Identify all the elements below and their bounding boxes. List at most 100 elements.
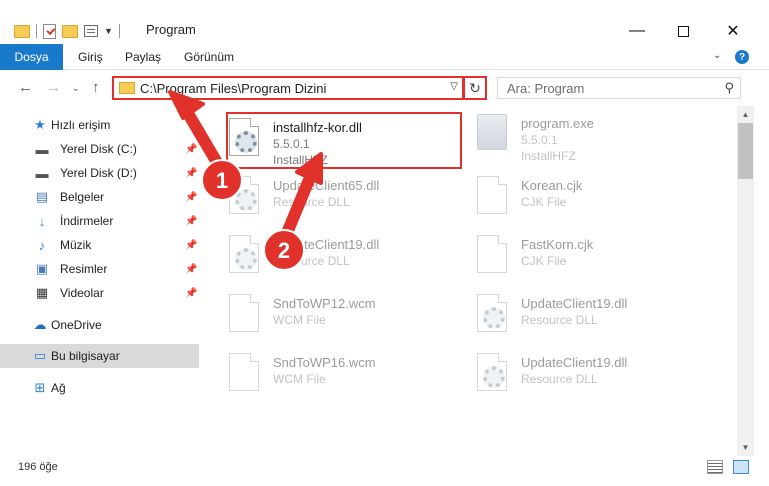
- window-title: Program: [146, 22, 196, 37]
- up-button[interactable]: ↑: [92, 79, 100, 96]
- sidebar-item-label: Resimler: [60, 262, 108, 276]
- sidebar-item-onedrive[interactable]: ☁ OneDrive: [0, 313, 199, 337]
- minimize-button[interactable]: —: [614, 18, 660, 44]
- file-highlight-box: [226, 112, 462, 169]
- documents-icon: ▤: [35, 189, 49, 204]
- file-icon: [229, 294, 265, 336]
- sidebar-item-network[interactable]: ⊞ Ağ: [0, 376, 199, 400]
- exe-icon: [477, 114, 513, 156]
- pin-icon[interactable]: 📌: [185, 240, 197, 251]
- file-name: UpdateClient19.dll: [273, 237, 380, 252]
- folder-icon: [14, 24, 30, 38]
- file-description: InstallHFZ: [521, 149, 576, 163]
- title-bar: ▼ Program — ✕: [0, 0, 769, 44]
- search-icon[interactable]: ⚲: [724, 80, 734, 96]
- address-history-chevron-icon[interactable]: ▽: [450, 81, 458, 92]
- file-item[interactable]: Korean.cjk CJK File: [455, 168, 695, 224]
- sidebar-item-videos[interactable]: ▦ Videolar 📌: [0, 281, 199, 305]
- file-item[interactable]: UpdateClient19.dll Resource DLL: [207, 227, 447, 283]
- maximize-icon: [677, 25, 689, 37]
- navigation-bar: ← → ⌄ ↑ C:\Program Files\Program Dizini …: [0, 70, 769, 106]
- sidebar-item-this-pc[interactable]: ▭ Bu bilgisayar: [0, 344, 199, 368]
- file-icon: [477, 235, 513, 277]
- pin-icon[interactable]: 📌: [185, 216, 197, 227]
- sidebar-item-label: Belgeler: [60, 190, 105, 204]
- window-edge: [754, 106, 769, 456]
- view-options-icon[interactable]: [84, 25, 98, 37]
- tab-view[interactable]: Görünüm: [184, 44, 234, 70]
- file-name: SndToWP12.wcm: [273, 296, 376, 311]
- sidebar-item-local-disk-d[interactable]: ▬ Yerel Disk (D:) 📌: [0, 161, 199, 185]
- close-button[interactable]: ✕: [710, 18, 756, 44]
- star-icon: ★: [34, 117, 46, 132]
- file-type: Resource DLL: [521, 313, 598, 327]
- computer-icon: ▭: [33, 348, 47, 363]
- pin-icon[interactable]: 📌: [185, 264, 197, 275]
- details-view-button[interactable]: [707, 460, 723, 474]
- sidebar-item-label: Ağ: [51, 381, 66, 395]
- maximize-button[interactable]: [660, 18, 706, 44]
- forward-button[interactable]: →: [46, 79, 61, 96]
- vertical-scrollbar[interactable]: ▲ ▼: [737, 106, 754, 456]
- file-item[interactable]: UpdateClient65.dll Resource DLL: [207, 168, 447, 224]
- file-item[interactable]: FastKorn.cjk CJK File: [455, 227, 695, 283]
- quick-access-toolbar: ▼: [14, 20, 120, 42]
- scrollbar-thumb[interactable]: [738, 123, 753, 179]
- folder-icon: [119, 82, 135, 94]
- sidebar-item-label: Müzik: [60, 238, 92, 252]
- scroll-down-button[interactable]: ▼: [737, 439, 754, 456]
- address-path[interactable]: C:\Program Files\Program Dizini: [140, 81, 326, 96]
- address-bar[interactable]: C:\Program Files\Program Dizini ▽: [112, 76, 464, 100]
- expand-ribbon-chevron-icon[interactable]: ⌄: [713, 50, 721, 61]
- download-icon: ↓: [38, 213, 46, 229]
- pictures-icon: ▣: [35, 261, 49, 276]
- pin-icon[interactable]: 📌: [185, 192, 197, 203]
- file-name: SndToWP16.wcm: [273, 355, 376, 370]
- search-box[interactable]: ⚲: [497, 77, 741, 99]
- tab-home[interactable]: Giriş: [78, 44, 103, 70]
- file-item[interactable]: program.exe 5.5.0.1 InstallHFZ: [455, 106, 695, 163]
- toolbar-divider: [118, 24, 120, 38]
- pin-icon[interactable]: 📌: [185, 144, 197, 155]
- large-icons-view-button[interactable]: [733, 460, 749, 474]
- scroll-up-button[interactable]: ▲: [737, 106, 754, 123]
- file-item[interactable]: UpdateClient19.dll Resource DLL: [455, 286, 695, 342]
- file-type: CJK File: [521, 195, 567, 209]
- file-version: 5.5.0.1: [521, 133, 558, 147]
- file-item[interactable]: UpdateClient19.dll Resource DLL: [455, 345, 695, 401]
- file-type: Resource DLL: [521, 372, 598, 386]
- pin-icon[interactable]: 📌: [185, 168, 197, 179]
- new-folder-icon[interactable]: [62, 24, 78, 38]
- ribbon-tabs: Dosya Giriş Paylaş Görünüm ⌄ ?: [0, 44, 769, 70]
- file-type: WCM File: [273, 313, 326, 327]
- back-button[interactable]: ←: [18, 79, 33, 96]
- properties-icon[interactable]: [43, 23, 56, 39]
- sidebar-item-label: OneDrive: [51, 318, 102, 332]
- status-bar: 196 öğe: [0, 456, 769, 486]
- help-icon[interactable]: ?: [735, 50, 749, 64]
- sidebar-item-pictures[interactable]: ▣ Resimler 📌: [0, 257, 199, 281]
- tab-share[interactable]: Paylaş: [125, 44, 161, 70]
- onedrive-icon: ☁: [33, 317, 47, 332]
- file-type: WCM File: [273, 372, 326, 386]
- sidebar-item-label: Yerel Disk (D:): [60, 166, 137, 180]
- sidebar-item-label: İndirmeler: [60, 214, 114, 228]
- file-icon: [229, 353, 265, 395]
- music-icon: ♪: [38, 237, 46, 253]
- sidebar-item-label: Hızlı erişim: [51, 118, 111, 132]
- file-item[interactable]: SndToWP12.wcm WCM File: [207, 286, 447, 342]
- file-icon: [477, 176, 513, 218]
- refresh-button[interactable]: ↻: [463, 76, 487, 100]
- sidebar-item-quick-access[interactable]: ★ Hızlı erişim: [0, 113, 199, 137]
- recent-locations-button[interactable]: ⌄: [72, 83, 80, 94]
- customize-toolbar-chevron-icon[interactable]: ▼: [104, 26, 113, 36]
- pin-icon[interactable]: 📌: [185, 288, 197, 299]
- file-name: FastKorn.cjk: [521, 237, 594, 252]
- file-item[interactable]: SndToWP16.wcm WCM File: [207, 345, 447, 401]
- sidebar-item-downloads[interactable]: ↓ İndirmeler 📌: [0, 209, 199, 233]
- tab-file[interactable]: Dosya: [0, 44, 63, 70]
- sidebar-item-music[interactable]: ♪ Müzik 📌: [0, 233, 199, 257]
- sidebar-item-local-disk-c[interactable]: ▬ Yerel Disk (C:) 📌: [0, 137, 199, 161]
- search-input[interactable]: [507, 79, 717, 97]
- sidebar-item-documents[interactable]: ▤ Belgeler 📌: [0, 185, 199, 209]
